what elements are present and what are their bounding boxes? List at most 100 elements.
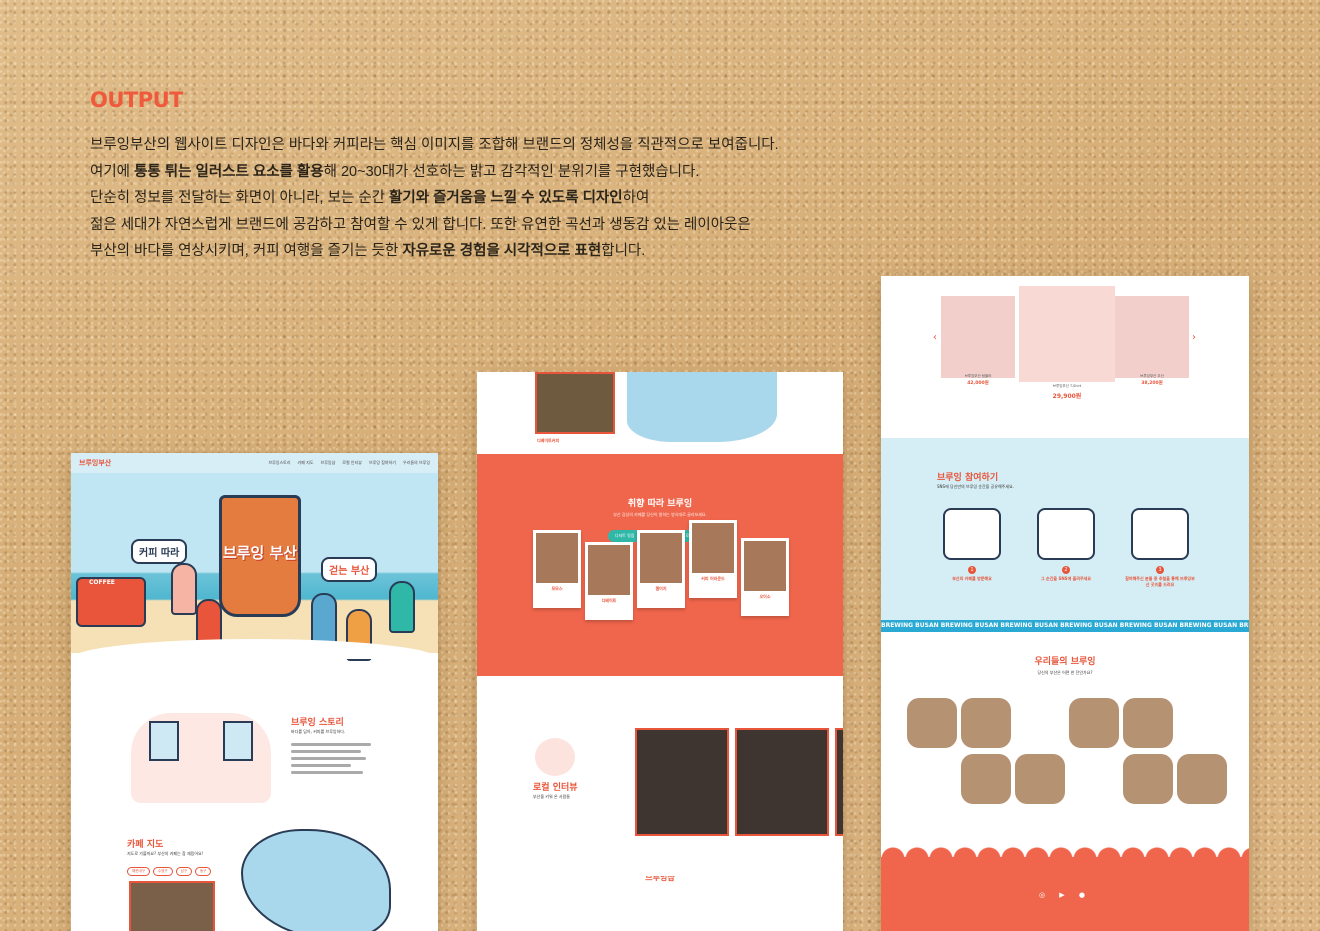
community-photo[interactable] bbox=[907, 698, 957, 748]
community-title: 우리들의 브루잉 bbox=[1034, 657, 1096, 667]
social-icons[interactable]: ◎ ▶ ● bbox=[881, 857, 1249, 899]
story-section: 브루잉 스토리 바다를 담아, 커피를 브루잉하다. bbox=[71, 659, 438, 829]
cafe-photo[interactable] bbox=[535, 372, 615, 434]
story-title: 브루잉 스토리 bbox=[291, 718, 344, 728]
chevron-left-icon[interactable]: ‹ bbox=[933, 332, 937, 343]
join-step: 3 참여해주신 분들 중 추첨을 통해 브루잉부산 굿즈를 드려요 bbox=[1125, 508, 1195, 588]
menu-item[interactable]: 카페 지도 bbox=[298, 460, 314, 466]
menu-item[interactable]: 브루잉 참여하기 bbox=[369, 460, 396, 466]
site-menu: 브루잉스토리 카페 지도 브루잉샵 로컬 인터뷰 브루잉 참여하기 우리들의 브… bbox=[268, 460, 430, 466]
chevron-right-icon[interactable]: › bbox=[1192, 332, 1196, 343]
intro-line: 여기에 bbox=[90, 163, 135, 180]
goods-name: 브루잉부산 우산 bbox=[1140, 374, 1164, 378]
taste-subtitle: 부산 감성의 카페를 당신이 원하는 방식대로 골라보세요. bbox=[613, 512, 707, 517]
goods-tshirt[interactable] bbox=[1019, 286, 1115, 382]
intro-line: 부산의 바다를 연상시키며, 커피 여행을 즐기는 듯한 bbox=[90, 243, 403, 259]
interview-card[interactable] bbox=[835, 728, 843, 836]
speech-bubble-left: 커피 따라 bbox=[131, 539, 188, 564]
section-title: OUTPUT bbox=[90, 88, 184, 112]
goods-umbrella[interactable] bbox=[1115, 296, 1189, 378]
window-illustration bbox=[223, 721, 253, 761]
interview-illustration bbox=[535, 738, 575, 776]
community-photo[interactable] bbox=[961, 698, 1011, 748]
menu-item[interactable]: 브루잉스토리 bbox=[268, 460, 290, 466]
cafe-polaroid-list: 모모스 디베이트 젬이지 커피 어라운드 오이소 bbox=[533, 520, 789, 620]
join-subtitle: SNS에 당신만의 브루잉 순간을 공유해주세요. bbox=[937, 484, 1014, 489]
join-title: 브루잉 참여하기 bbox=[937, 473, 999, 483]
community-photo[interactable] bbox=[961, 754, 1011, 804]
intro-paragraph: 브루잉부산의 웹사이트 디자인은 바다와 커피라는 핵심 이미지를 조합해 브랜… bbox=[90, 132, 850, 265]
join-section: 브루잉 참여하기 SNS에 당신만의 브루잉 순간을 공유해주세요. 1 부산의… bbox=[881, 438, 1249, 620]
community-subtitle: 당신의 부산은 어떤 한 잔인가요? bbox=[1037, 670, 1093, 675]
polaroid-card[interactable]: 젬이지 bbox=[637, 530, 685, 608]
website-mockup-main: 브루잉부산 브루잉스토리 카페 지도 브루잉샵 로컬 인터뷰 브루잉 참여하기 … bbox=[71, 453, 438, 931]
goods-tumbler[interactable] bbox=[941, 296, 1015, 378]
community-photo[interactable] bbox=[1069, 698, 1119, 748]
person-illustration bbox=[389, 581, 415, 633]
menu-item[interactable]: 브루잉샵 bbox=[321, 460, 336, 466]
menu-item[interactable]: 우리들의 브루잉 bbox=[403, 460, 430, 466]
intro-line: 하여 bbox=[622, 190, 650, 206]
intro-line: 젊은 세대가 자연스럽게 브랜드에 공감하고 참여할 수 있게 합니다. 또한 … bbox=[90, 216, 751, 233]
district-chip[interactable]: 수영구 bbox=[152, 867, 173, 876]
cafe-card-label: 디베이트커피 bbox=[537, 438, 560, 443]
polaroid-name: 디베이트 bbox=[601, 598, 617, 603]
intro-emphasis: 자유로운 경험을 시각적으로 표현 bbox=[402, 243, 602, 259]
goods-price: 38,200원 bbox=[1141, 381, 1163, 386]
polaroid-card[interactable]: 오이소 bbox=[741, 538, 789, 616]
polaroid-card[interactable]: 디베이트 bbox=[585, 542, 633, 620]
site-footer: ◎ ▶ ● bbox=[881, 847, 1249, 931]
intro-line: 해 20~30대가 선호하는 밝고 감각적인 분위기를 구현했습니다. bbox=[323, 163, 700, 180]
polaroid-name: 커피 어라운드 bbox=[701, 576, 725, 581]
district-chip[interactable]: 해운대구 bbox=[127, 867, 150, 876]
person-illustration bbox=[311, 593, 337, 645]
goods-name: 브루잉부산 텀블러 bbox=[964, 374, 992, 378]
step-number: 2 bbox=[1062, 566, 1070, 574]
district-chip[interactable]: 남구 bbox=[175, 867, 193, 876]
cafe-illustration bbox=[131, 713, 271, 803]
website-mockup-right: ‹ 브루잉부산 텀블러 42,000원 브루잉부산 T-Shirt 29,900… bbox=[881, 276, 1249, 931]
map-title: 카페 지도 bbox=[127, 840, 164, 850]
interview-subtitle: 부산을 키워 온 사람들 bbox=[533, 794, 570, 799]
interview-card[interactable] bbox=[635, 728, 729, 836]
phone-sns-icon bbox=[1037, 508, 1095, 560]
community-photo[interactable] bbox=[1123, 754, 1173, 804]
intro-line: 합니다. bbox=[601, 243, 646, 259]
hero-illustration: 브루잉 부산 커피 따라 걷는 부산 COFFEE bbox=[71, 473, 438, 661]
step-number: 3 bbox=[1156, 566, 1164, 574]
speech-bubble-right: 걷는 부산 bbox=[321, 557, 378, 582]
interview-section: 로컬 인터뷰 부산을 키워 온 사람들 bbox=[477, 676, 843, 876]
site-logo[interactable]: 브루잉부산 bbox=[79, 458, 111, 468]
story-subtitle: 바다를 담아, 커피를 브루잉하다. bbox=[291, 729, 346, 734]
community-photo[interactable] bbox=[1123, 698, 1173, 748]
taste-section: 취향 따라 브루잉 부산 감성의 카페를 당신이 원하는 방식대로 골라보세요.… bbox=[477, 454, 843, 676]
map-subtitle: 지도로 가볼까요? 부산의 카페는 참 재밌어요! bbox=[127, 851, 204, 856]
step-number: 1 bbox=[968, 566, 976, 574]
goods-name: 브루잉부산 T-Shirt bbox=[1052, 384, 1082, 388]
step-text: 참여해주신 분들 중 추첨을 통해 브루잉부산 굿즈를 드려요 bbox=[1125, 576, 1195, 587]
site-nav: 브루잉부산 브루잉스토리 카페 지도 브루잉샵 로컬 인터뷰 브루잉 참여하기 … bbox=[71, 453, 438, 473]
interview-card[interactable] bbox=[735, 728, 829, 836]
busan-map-illustration[interactable] bbox=[241, 829, 391, 931]
taste-title: 취향 따라 브루잉 bbox=[627, 499, 693, 509]
person-illustration bbox=[171, 563, 197, 615]
menu-item[interactable]: 로컬 인터뷰 bbox=[342, 460, 362, 466]
cafe-map-section: 카페 지도 지도로 가볼까요? 부산의 카페는 참 재밌어요! 해운대구 수영구… bbox=[71, 829, 438, 931]
goods-price: 29,900원 bbox=[1052, 393, 1082, 400]
step-text: 그 순간을 SNS에 올려주세요 bbox=[1040, 576, 1092, 581]
join-step: 1 부산의 카페를 방문해요 bbox=[937, 508, 1007, 582]
community-section: 우리들의 브루잉 당신의 부산은 어떤 한 잔인가요? bbox=[881, 632, 1249, 852]
polaroid-card[interactable]: 모모스 bbox=[533, 530, 581, 608]
step-text: 부산의 카페를 방문해요 bbox=[952, 576, 992, 581]
brand-marquee: BREWING BUSAN BREWING BUSAN BREWING BUSA… bbox=[881, 620, 1249, 632]
hero-title: 브루잉 부산 bbox=[222, 544, 298, 562]
community-photo[interactable] bbox=[1015, 754, 1065, 804]
cafe-photo[interactable] bbox=[129, 881, 215, 931]
community-photo[interactable] bbox=[1177, 754, 1227, 804]
intro-emphasis: 활기와 즐거움을 느낄 수 있도록 디자인 bbox=[389, 190, 623, 206]
map-continuation: 디베이트커피 bbox=[477, 372, 843, 454]
cafe-visit-icon bbox=[943, 508, 1001, 560]
polaroid-card[interactable]: 커피 어라운드 bbox=[689, 520, 737, 598]
busan-map-illustration bbox=[627, 372, 777, 442]
district-chip[interactable]: 동구 bbox=[195, 867, 212, 876]
